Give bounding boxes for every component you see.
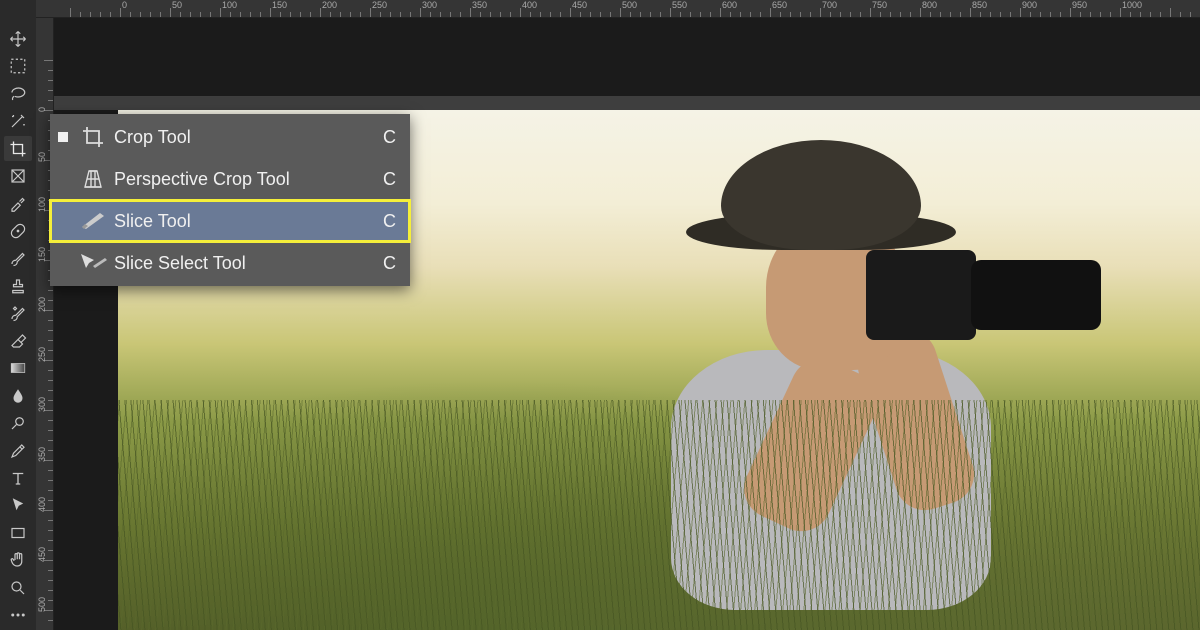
active-tool-indicator	[58, 216, 68, 226]
flyout-item-shortcut: C	[372, 211, 396, 232]
crop-tool[interactable]	[4, 136, 32, 161]
flyout-item-slice-tool[interactable]: Slice ToolC	[50, 200, 410, 242]
pen-tool[interactable]	[4, 438, 32, 463]
history-brush-tool[interactable]	[4, 301, 32, 326]
active-tool-indicator	[58, 132, 68, 142]
brush-icon	[9, 249, 27, 267]
flyout-item-label: Slice Tool	[110, 211, 372, 232]
canvas-image-foreground	[118, 400, 1200, 630]
ruler-tick-label: 0	[37, 107, 47, 112]
flyout-item-perspective-crop-tool[interactable]: Perspective Crop ToolC	[50, 158, 410, 200]
ruler-tick-label: 300	[37, 397, 47, 412]
magic-wand-tool[interactable]	[4, 108, 32, 133]
eyedropper-tool[interactable]	[4, 191, 32, 216]
toolbar-more[interactable]	[4, 603, 32, 628]
clone-stamp-tool[interactable]	[4, 273, 32, 298]
brush-tool[interactable]	[4, 246, 32, 271]
eraser-tool[interactable]	[4, 328, 32, 353]
ruler-tick-label: 150	[37, 247, 47, 262]
gradient-icon	[9, 359, 27, 377]
document-tab-bar[interactable]	[54, 96, 1200, 110]
zoom-icon	[9, 579, 27, 597]
tool-palette	[0, 0, 36, 630]
vertical-ruler[interactable]: 0 50 100 150 200 250 300 350 400 450 500	[36, 18, 54, 630]
crop-icon	[9, 140, 27, 158]
ruler-tick-label: 50	[37, 152, 47, 162]
slice-select-icon	[76, 252, 110, 274]
eraser-icon	[9, 332, 27, 350]
horizontal-ruler[interactable]: 0501001502002503003504004505005506006507…	[36, 0, 1200, 18]
flyout-item-label: Slice Select Tool	[110, 253, 372, 274]
dodge-icon	[9, 414, 27, 432]
flyout-item-shortcut: C	[372, 169, 396, 190]
zoom-tool[interactable]	[4, 575, 32, 600]
hand-icon	[9, 551, 27, 569]
healing-brush-tool[interactable]	[4, 218, 32, 243]
crop-icon	[76, 125, 110, 149]
slice-icon	[76, 211, 110, 231]
flyout-item-label: Perspective Crop Tool	[110, 169, 372, 190]
move-icon	[9, 30, 27, 48]
ruler-tick-label: 250	[37, 347, 47, 362]
type-icon	[9, 469, 27, 487]
active-tool-indicator	[58, 174, 68, 184]
lasso-tool[interactable]	[4, 81, 32, 106]
pointer-icon	[9, 496, 27, 514]
ruler-tick-label: 500	[37, 597, 47, 612]
flyout-item-shortcut: C	[372, 253, 396, 274]
flyout-item-crop-tool[interactable]: Crop ToolC	[50, 116, 410, 158]
marquee-icon	[9, 57, 27, 75]
rectangle-icon	[9, 524, 27, 542]
ruler-tick-label: 350	[37, 447, 47, 462]
flyout-item-slice-select-tool[interactable]: Slice Select ToolC	[50, 242, 410, 284]
frame-tool[interactable]	[4, 163, 32, 188]
gradient-tool[interactable]	[4, 355, 32, 380]
pen-icon	[9, 442, 27, 460]
frame-icon	[9, 167, 27, 185]
more-icon	[9, 610, 27, 620]
active-tool-indicator	[58, 258, 68, 268]
rectangle-tool[interactable]	[4, 520, 32, 545]
move-tool[interactable]	[4, 26, 32, 51]
ruler-tick-label: 0	[122, 0, 127, 10]
type-tool[interactable]	[4, 465, 32, 490]
bandage-icon	[9, 222, 27, 240]
crop-tool-flyout: Crop ToolCPerspective Crop ToolCSlice To…	[50, 114, 410, 286]
ruler-tick-label: 400	[37, 497, 47, 512]
wand-icon	[9, 112, 27, 130]
path-selection-tool[interactable]	[4, 493, 32, 518]
stamp-icon	[9, 277, 27, 295]
droplet-icon	[9, 387, 27, 405]
ruler-tick-label: 100	[37, 197, 47, 212]
dodge-tool[interactable]	[4, 410, 32, 435]
blur-tool[interactable]	[4, 383, 32, 408]
perspective-crop-icon	[76, 167, 110, 191]
hand-tool[interactable]	[4, 548, 32, 573]
ruler-tick-label: 450	[37, 547, 47, 562]
ruler-tick-label: 200	[37, 297, 47, 312]
history-brush-icon	[9, 304, 27, 322]
flyout-item-shortcut: C	[372, 127, 396, 148]
flyout-item-label: Crop Tool	[110, 127, 372, 148]
marquee-tool[interactable]	[4, 53, 32, 78]
lasso-icon	[9, 85, 27, 103]
eyedropper-icon	[9, 194, 27, 212]
